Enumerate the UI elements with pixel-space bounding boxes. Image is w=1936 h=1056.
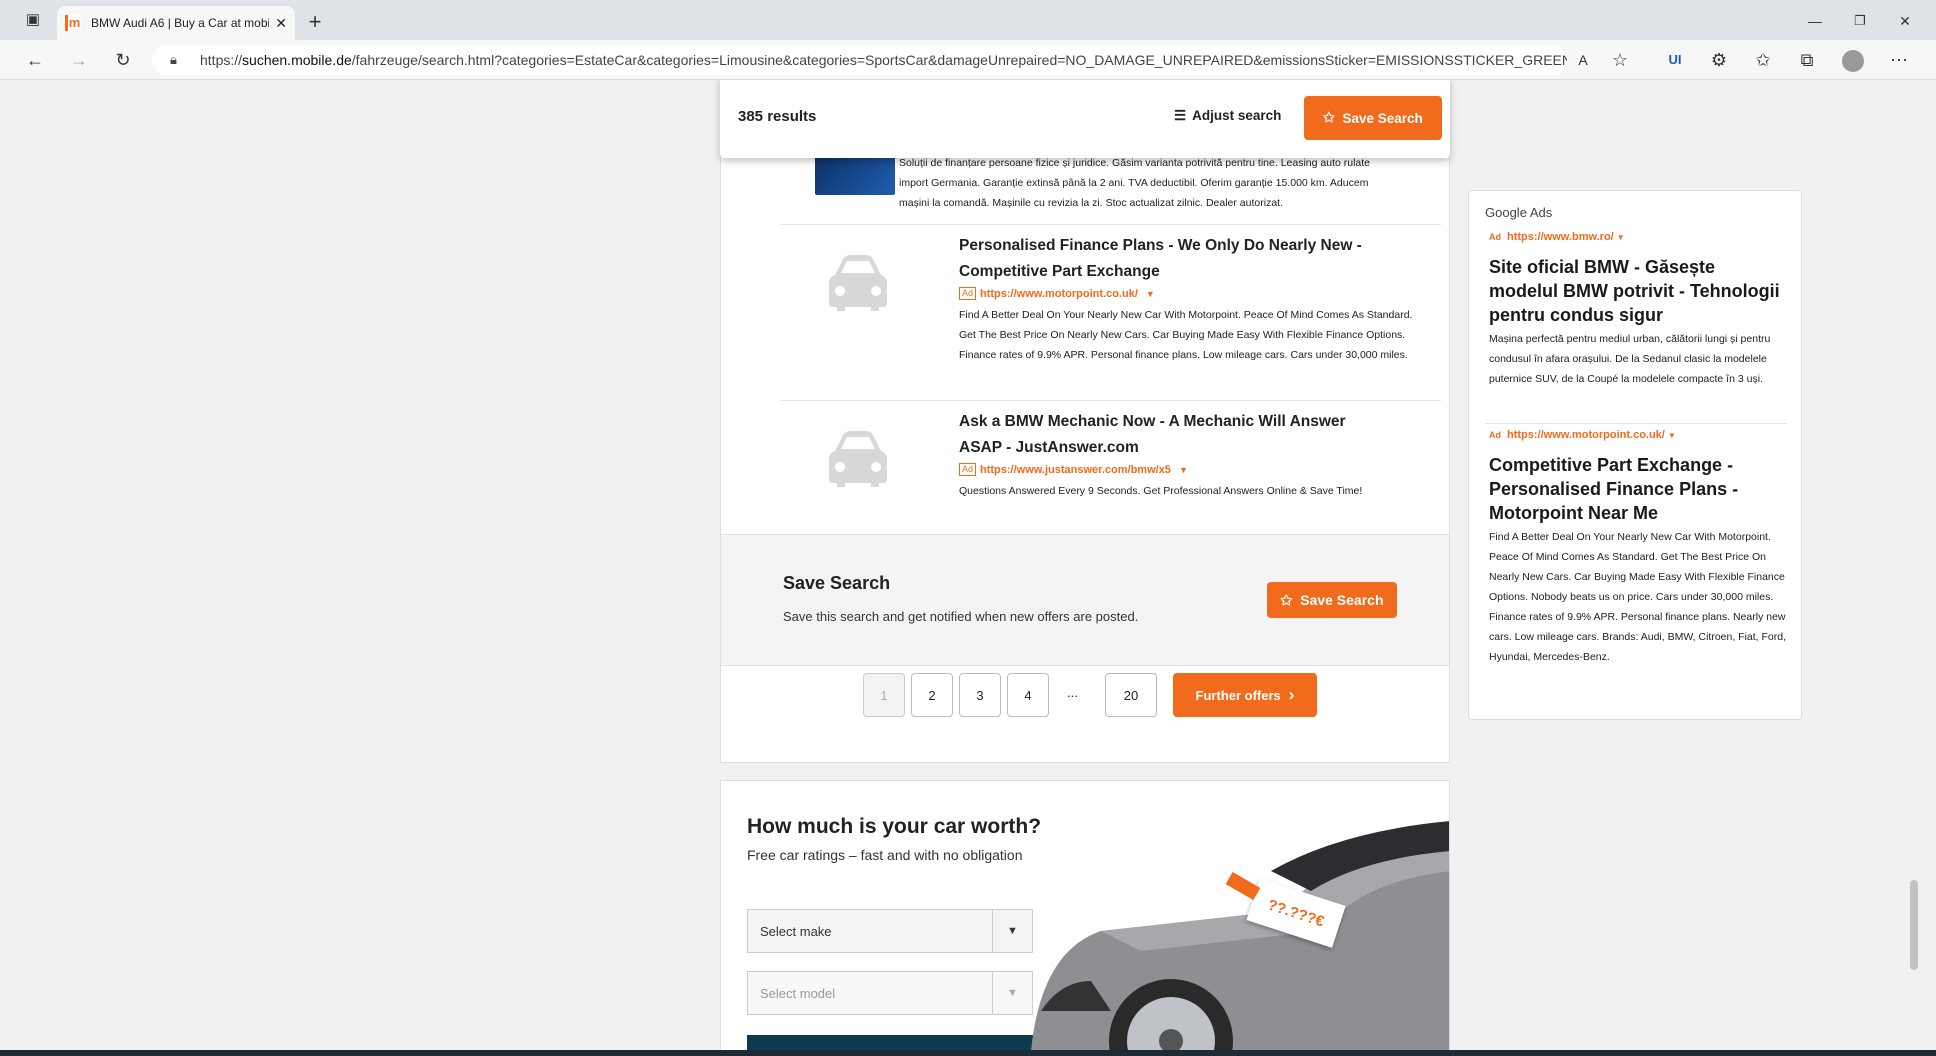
ad-badge: Ad: [1489, 232, 1501, 242]
star-search-icon: ✩: [1323, 110, 1335, 125]
vertical-scrollbar[interactable]: [1908, 80, 1920, 1050]
url-host: suchen.mobile.de: [242, 52, 352, 68]
google-ad-url[interactable]: Ad https://www.motorpoint.co.uk/ ▼: [1489, 429, 1676, 441]
google-ad-url[interactable]: Ad https://www.bmw.ro/ ▼: [1489, 231, 1625, 243]
ad-url[interactable]: Ad https://www.justanswer.com/bmw/x5 ▼: [959, 463, 1188, 476]
chevron-right-icon: ›: [1288, 685, 1295, 704]
car-illustration: [1031, 821, 1449, 1050]
adjust-search-button[interactable]: ☰ Adjust search: [1174, 108, 1281, 124]
restore-icon[interactable]: ❐: [1845, 6, 1875, 36]
select-model-label: Select model: [760, 985, 836, 1001]
browser-tab[interactable]: m BMW Audi A6 | Buy a Car at mobile.de ✕: [57, 6, 295, 40]
ad-title[interactable]: Personalised Finance Plans - We Only Do …: [959, 233, 1389, 285]
dropdown-triangle-icon: ▼: [1145, 288, 1155, 299]
close-tab-icon[interactable]: ✕: [275, 15, 287, 32]
profile-avatar-icon[interactable]: [1838, 45, 1868, 75]
browser-tab-bar: ▣ m BMW Audi A6 | Buy a Car at mobile.de…: [0, 0, 1936, 40]
pagination-ellipsis: ...: [1067, 685, 1078, 700]
lock-icon: 🔒︎: [170, 52, 177, 67]
google-ad-text: Mașina perfectă pentru mediul urban, căl…: [1489, 333, 1771, 385]
car-placeholder-icon: [825, 427, 891, 489]
google-ad-text: Find A Better Deal On Your Nearly New Ca…: [1489, 531, 1787, 663]
ad-title[interactable]: Ask a BMW Mechanic Now - A Mechanic Will…: [959, 409, 1389, 461]
car-valuation-card: How much is your car worth? Free car rat…: [720, 780, 1450, 1050]
save-search-button-label: Save Search: [1342, 110, 1423, 126]
further-offers-label: Further offers: [1195, 687, 1281, 703]
extensions-icon[interactable]: ⚙: [1704, 45, 1734, 75]
favorite-star-icon[interactable]: ☆: [1605, 45, 1635, 75]
favorites-icon[interactable]: ✩: [1748, 45, 1778, 75]
ad-listing[interactable]: Ask a BMW Mechanic Now - A Mechanic Will…: [781, 400, 1441, 536]
dropdown-triangle-icon: ▼: [1178, 464, 1188, 475]
results-card: Soluții de finanțare persoane fizice și …: [720, 80, 1450, 763]
ad-listing[interactable]: Personalised Finance Plans - We Only Do …: [781, 224, 1441, 400]
taskbar-edge: [0, 1050, 1936, 1056]
save-search-button[interactable]: ✩ Save Search: [1267, 582, 1397, 618]
dropdown-triangle-icon: ▼: [1616, 233, 1625, 242]
ad-url-text: https://www.motorpoint.co.uk/: [980, 287, 1138, 300]
ad-badge: Ad: [1489, 430, 1501, 440]
select-model-dropdown[interactable]: Select model ▼: [747, 971, 1033, 1015]
collections-icon[interactable]: ⧉: [1792, 45, 1822, 75]
url-path: /fahrzeuge/search.html?categories=Estate…: [351, 52, 1567, 68]
google-ad-title[interactable]: Competitive Part Exchange - Personalised…: [1489, 453, 1789, 525]
read-aloud-icon[interactable]: A: [1568, 45, 1598, 75]
address-bar-row: ← → ↻ 🔒︎ https://suchen.mobile.de/fahrze…: [0, 40, 1936, 80]
top-ad-text: Soluții de finanțare persoane fizice și …: [899, 157, 1371, 209]
car-placeholder-icon: [825, 251, 891, 313]
ad-description: Find A Better Deal On Your Nearly New Ca…: [959, 309, 1413, 361]
forward-icon[interactable]: →: [64, 45, 94, 75]
select-make-label: Select make: [760, 923, 832, 939]
star-search-icon: ✩: [1280, 591, 1293, 608]
valuation-subtext: Free car ratings – fast and with no obli…: [747, 847, 1023, 863]
page-20-button[interactable]: 20: [1105, 673, 1157, 717]
ad-url-text: https://www.justanswer.com/bmw/x5: [980, 463, 1171, 476]
extension-ui-icon[interactable]: UI: [1660, 45, 1690, 75]
google-ads-label: Google Ads: [1485, 205, 1553, 220]
scrollbar-thumb[interactable]: [1910, 880, 1918, 970]
dropdown-triangle-icon: ▼: [1667, 431, 1676, 440]
save-search-button-label: Save Search: [1300, 592, 1384, 608]
tab-title: BMW Audi A6 | Buy a Car at mobile.de: [91, 16, 270, 30]
further-offers-button[interactable]: Further offers ›: [1173, 673, 1317, 717]
back-icon[interactable]: ←: [20, 45, 50, 75]
close-window-icon[interactable]: ✕: [1890, 6, 1920, 36]
sticky-results-bar: 385 results ☰ Adjust search ✩ Save Search: [720, 80, 1450, 158]
save-search-section: Save Search Save this search and get not…: [721, 534, 1449, 666]
page-2-button[interactable]: 2: [911, 673, 953, 717]
save-search-heading: Save Search: [783, 573, 891, 593]
minimize-icon[interactable]: —: [1800, 6, 1830, 36]
page-3-button[interactable]: 3: [959, 673, 1001, 717]
new-tab-icon[interactable]: +: [300, 7, 330, 37]
page-viewport: Soluții de finanțare persoane fizice și …: [8, 80, 1920, 1050]
ad-description: Questions Answered Every 9 Seconds. Get …: [959, 485, 1363, 497]
ad-badge: Ad: [959, 463, 977, 476]
sliders-icon: ☰: [1174, 108, 1187, 123]
ad-divider: [1485, 423, 1787, 424]
ad-badge: Ad: [959, 287, 977, 300]
tab-actions-icon[interactable]: ▣: [18, 5, 48, 35]
results-count: 385 results: [738, 108, 817, 125]
settings-menu-icon[interactable]: ⋯: [1884, 45, 1914, 75]
select-make-dropdown[interactable]: Select make ▼: [747, 909, 1033, 953]
url-field[interactable]: 🔒︎ https://suchen.mobile.de/fahrzeuge/se…: [152, 45, 1567, 75]
ad-url-text: https://www.bmw.ro/: [1507, 231, 1614, 243]
google-ads-box: Google Ads Ad https://www.bmw.ro/ ▼ Site …: [1468, 190, 1802, 720]
page-4-button[interactable]: 4: [1007, 673, 1049, 717]
url-prefix: https://: [200, 52, 243, 68]
google-ad-title[interactable]: Site oficial BMW - Găsește modelul BMW p…: [1489, 255, 1789, 327]
mobile-de-favicon: m: [65, 15, 81, 31]
ad-url-text: https://www.motorpoint.co.uk/: [1507, 429, 1665, 441]
ad-url[interactable]: Ad https://www.motorpoint.co.uk/ ▼: [959, 287, 1155, 300]
adjust-search-label: Adjust search: [1192, 108, 1282, 123]
refresh-icon[interactable]: ↻: [108, 45, 138, 75]
save-search-subtext: Save this search and get notified when n…: [783, 609, 1139, 624]
page-1-button[interactable]: 1: [863, 673, 905, 717]
valuation-submit-button[interactable]: [747, 1035, 1033, 1050]
save-search-button[interactable]: ✩ Save Search: [1304, 96, 1442, 140]
valuation-heading: How much is your car worth?: [747, 815, 1042, 838]
